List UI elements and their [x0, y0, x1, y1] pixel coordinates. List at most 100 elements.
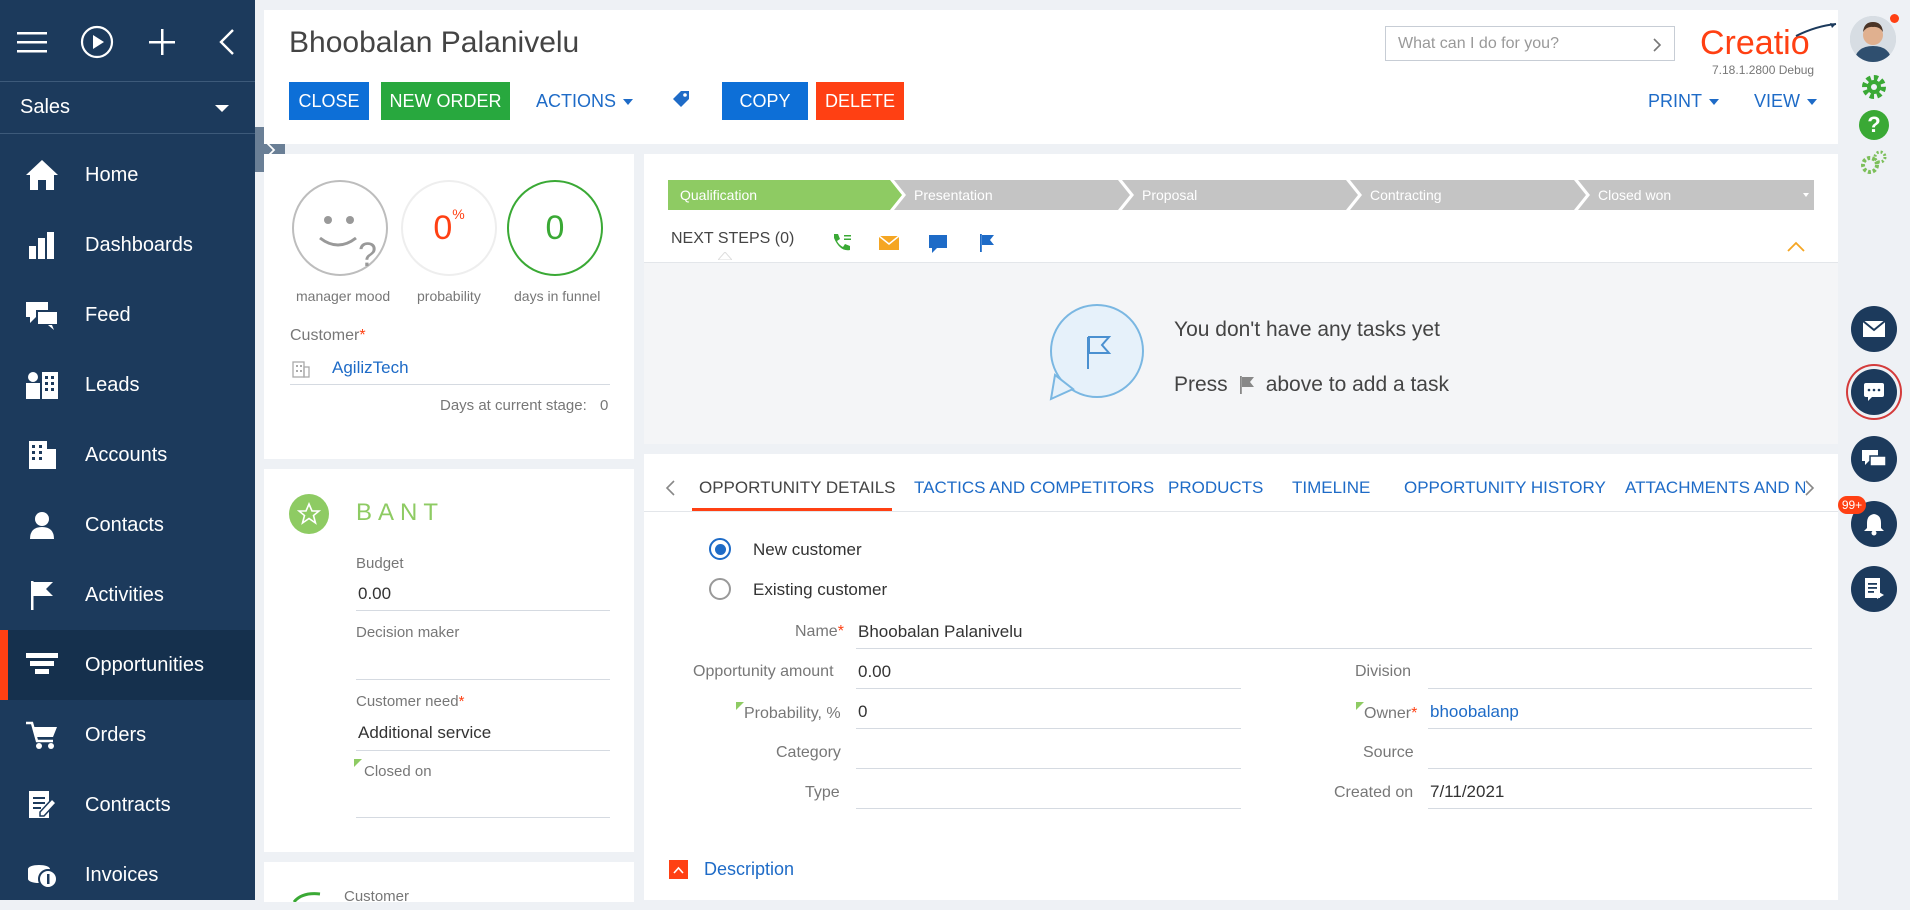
feed-button[interactable]: [1851, 436, 1897, 482]
nav-item-opportunities[interactable]: Opportunities: [0, 630, 255, 700]
tab-opportunity-history[interactable]: OPPORTUNITY HISTORY: [1404, 478, 1606, 498]
nav-item-contacts[interactable]: Contacts: [0, 490, 255, 560]
closed-on-input[interactable]: [358, 791, 608, 813]
created-on-value: 7/11/2021: [1430, 782, 1505, 801]
stage-proposal[interactable]: Proposal: [1130, 180, 1197, 210]
chevron-up-icon[interactable]: [1786, 241, 1806, 253]
probability-unit: %: [452, 206, 465, 222]
avatar[interactable]: [1850, 16, 1896, 62]
system-settings-icon[interactable]: [1860, 150, 1888, 181]
type-input[interactable]: [858, 782, 1238, 804]
delete-button[interactable]: DELETE: [816, 82, 904, 120]
nav-toolbar: [0, 0, 255, 82]
nav-item-home[interactable]: Home: [0, 140, 255, 210]
probability-field-label: Probability, %: [744, 705, 841, 722]
customer-panel: Customer: [264, 862, 634, 905]
print-dropdown[interactable]: PRINT: [1648, 91, 1719, 112]
actions-dropdown[interactable]: ACTIONS: [536, 91, 634, 112]
nav-item-feed[interactable]: Feed: [0, 280, 255, 350]
new-customer-label: New customer: [753, 540, 862, 559]
name-input[interactable]: Bhoobalan Palanivelu: [858, 622, 1022, 642]
nav-item-activities[interactable]: Activities: [0, 560, 255, 630]
nav-item-label: Invoices: [85, 863, 159, 886]
workspace-select[interactable]: Sales: [0, 82, 255, 134]
help-icon[interactable]: ?: [1859, 110, 1889, 140]
division-input[interactable]: [1430, 662, 1810, 684]
bell-icon: [1864, 514, 1884, 536]
divider: [856, 768, 1241, 769]
existing-customer-radio[interactable]: [709, 578, 731, 600]
chat-icon[interactable]: [928, 234, 948, 254]
home-icon: [24, 157, 60, 193]
command-search-input[interactable]: What can I do for you?: [1385, 26, 1675, 61]
probability-input[interactable]: 0: [858, 702, 867, 722]
tab-attachments-notes[interactable]: ATTACHMENTS AND NC: [1625, 478, 1805, 498]
tab-timeline[interactable]: TIMELINE: [1292, 478, 1370, 498]
divider: [1428, 688, 1812, 689]
contracts-icon: [24, 787, 60, 823]
email-icon[interactable]: [878, 234, 900, 252]
owner-label: Owner*: [1364, 705, 1418, 722]
nav-item-label: Feed: [85, 303, 131, 326]
opportunities-icon: [24, 647, 60, 683]
divider: [1428, 768, 1812, 769]
menu-icon[interactable]: [12, 22, 52, 62]
tabs-scroll-right-icon[interactable]: [1804, 479, 1816, 497]
nav-item-contracts[interactable]: Contracts: [0, 770, 255, 840]
type-label: Type: [805, 784, 840, 801]
add-icon[interactable]: [142, 22, 182, 62]
manager-mood-label: manager mood: [296, 288, 391, 304]
nav-item-label: Home: [85, 163, 139, 186]
print-label: PRINT: [1648, 91, 1702, 111]
divider: [1428, 808, 1812, 809]
collapse-description-button[interactable]: [669, 860, 688, 879]
source-input[interactable]: [1430, 742, 1810, 764]
nav-item-accounts[interactable]: Accounts: [0, 420, 255, 490]
budget-input[interactable]: 0.00: [358, 584, 391, 604]
nav-item-leads[interactable]: Leads: [0, 350, 255, 420]
copy-button[interactable]: COPY: [722, 82, 808, 120]
customer-section-label: Customer: [344, 888, 410, 905]
active-tab-pointer: [718, 252, 732, 260]
process-play-icon[interactable]: [77, 22, 117, 62]
tab-products[interactable]: PRODUCTS: [1168, 478, 1263, 498]
manager-mood-gauge[interactable]: ?: [292, 180, 388, 276]
customer-link[interactable]: AgilizTech: [332, 358, 409, 378]
close-button[interactable]: CLOSE: [289, 82, 369, 120]
owner-link[interactable]: bhoobalanp: [1430, 702, 1519, 722]
call-icon[interactable]: [830, 232, 852, 254]
call-center-button[interactable]: [1851, 566, 1897, 612]
customer-need-input[interactable]: Additional service: [358, 723, 491, 743]
tabs-scroll-left-icon[interactable]: [664, 479, 676, 497]
tab-tactics-competitors[interactable]: TACTICS AND COMPETITORS: [914, 478, 1154, 498]
new-customer-radio[interactable]: [709, 538, 731, 560]
tab-opportunity-details[interactable]: OPPORTUNITY DETAILS: [699, 478, 896, 498]
gear-icon[interactable]: [1859, 72, 1889, 107]
view-dropdown[interactable]: VIEW: [1754, 91, 1818, 112]
contacts-icon: [24, 507, 60, 543]
cart-icon: [24, 717, 60, 753]
version-label: 7.18.1.2800 Debug: [1712, 63, 1815, 77]
chat-button[interactable]: [1851, 369, 1897, 415]
email-button[interactable]: [1851, 306, 1897, 352]
flag-bubble-icon: [1049, 304, 1144, 401]
flag-icon[interactable]: [978, 233, 996, 253]
chevron-down-icon: [1807, 98, 1818, 105]
decision-maker-input[interactable]: [358, 653, 608, 675]
days-in-funnel-value: 0: [545, 208, 565, 247]
collapse-left-icon[interactable]: [207, 22, 247, 62]
category-input[interactable]: [858, 742, 1238, 764]
stage-qualification[interactable]: Qualification: [668, 180, 757, 210]
stage-presentation[interactable]: Presentation: [902, 180, 993, 210]
nav-item-dashboards[interactable]: Dashboards: [0, 210, 255, 280]
new-order-button[interactable]: NEW ORDER: [381, 82, 510, 120]
stage-contracting[interactable]: Contracting: [1358, 180, 1442, 210]
nav-item-orders[interactable]: Orders: [0, 700, 255, 770]
next-steps-label: NEXT STEPS (0): [671, 230, 795, 247]
description-group-title[interactable]: Description: [704, 859, 794, 880]
tag-icon[interactable]: [671, 90, 691, 115]
opportunity-amount-input[interactable]: 0.00: [858, 662, 891, 682]
bant-title: BANT: [356, 499, 445, 526]
stage-closed-won[interactable]: Closed won: [1586, 180, 1671, 210]
nav-item-label: Contacts: [85, 513, 164, 536]
